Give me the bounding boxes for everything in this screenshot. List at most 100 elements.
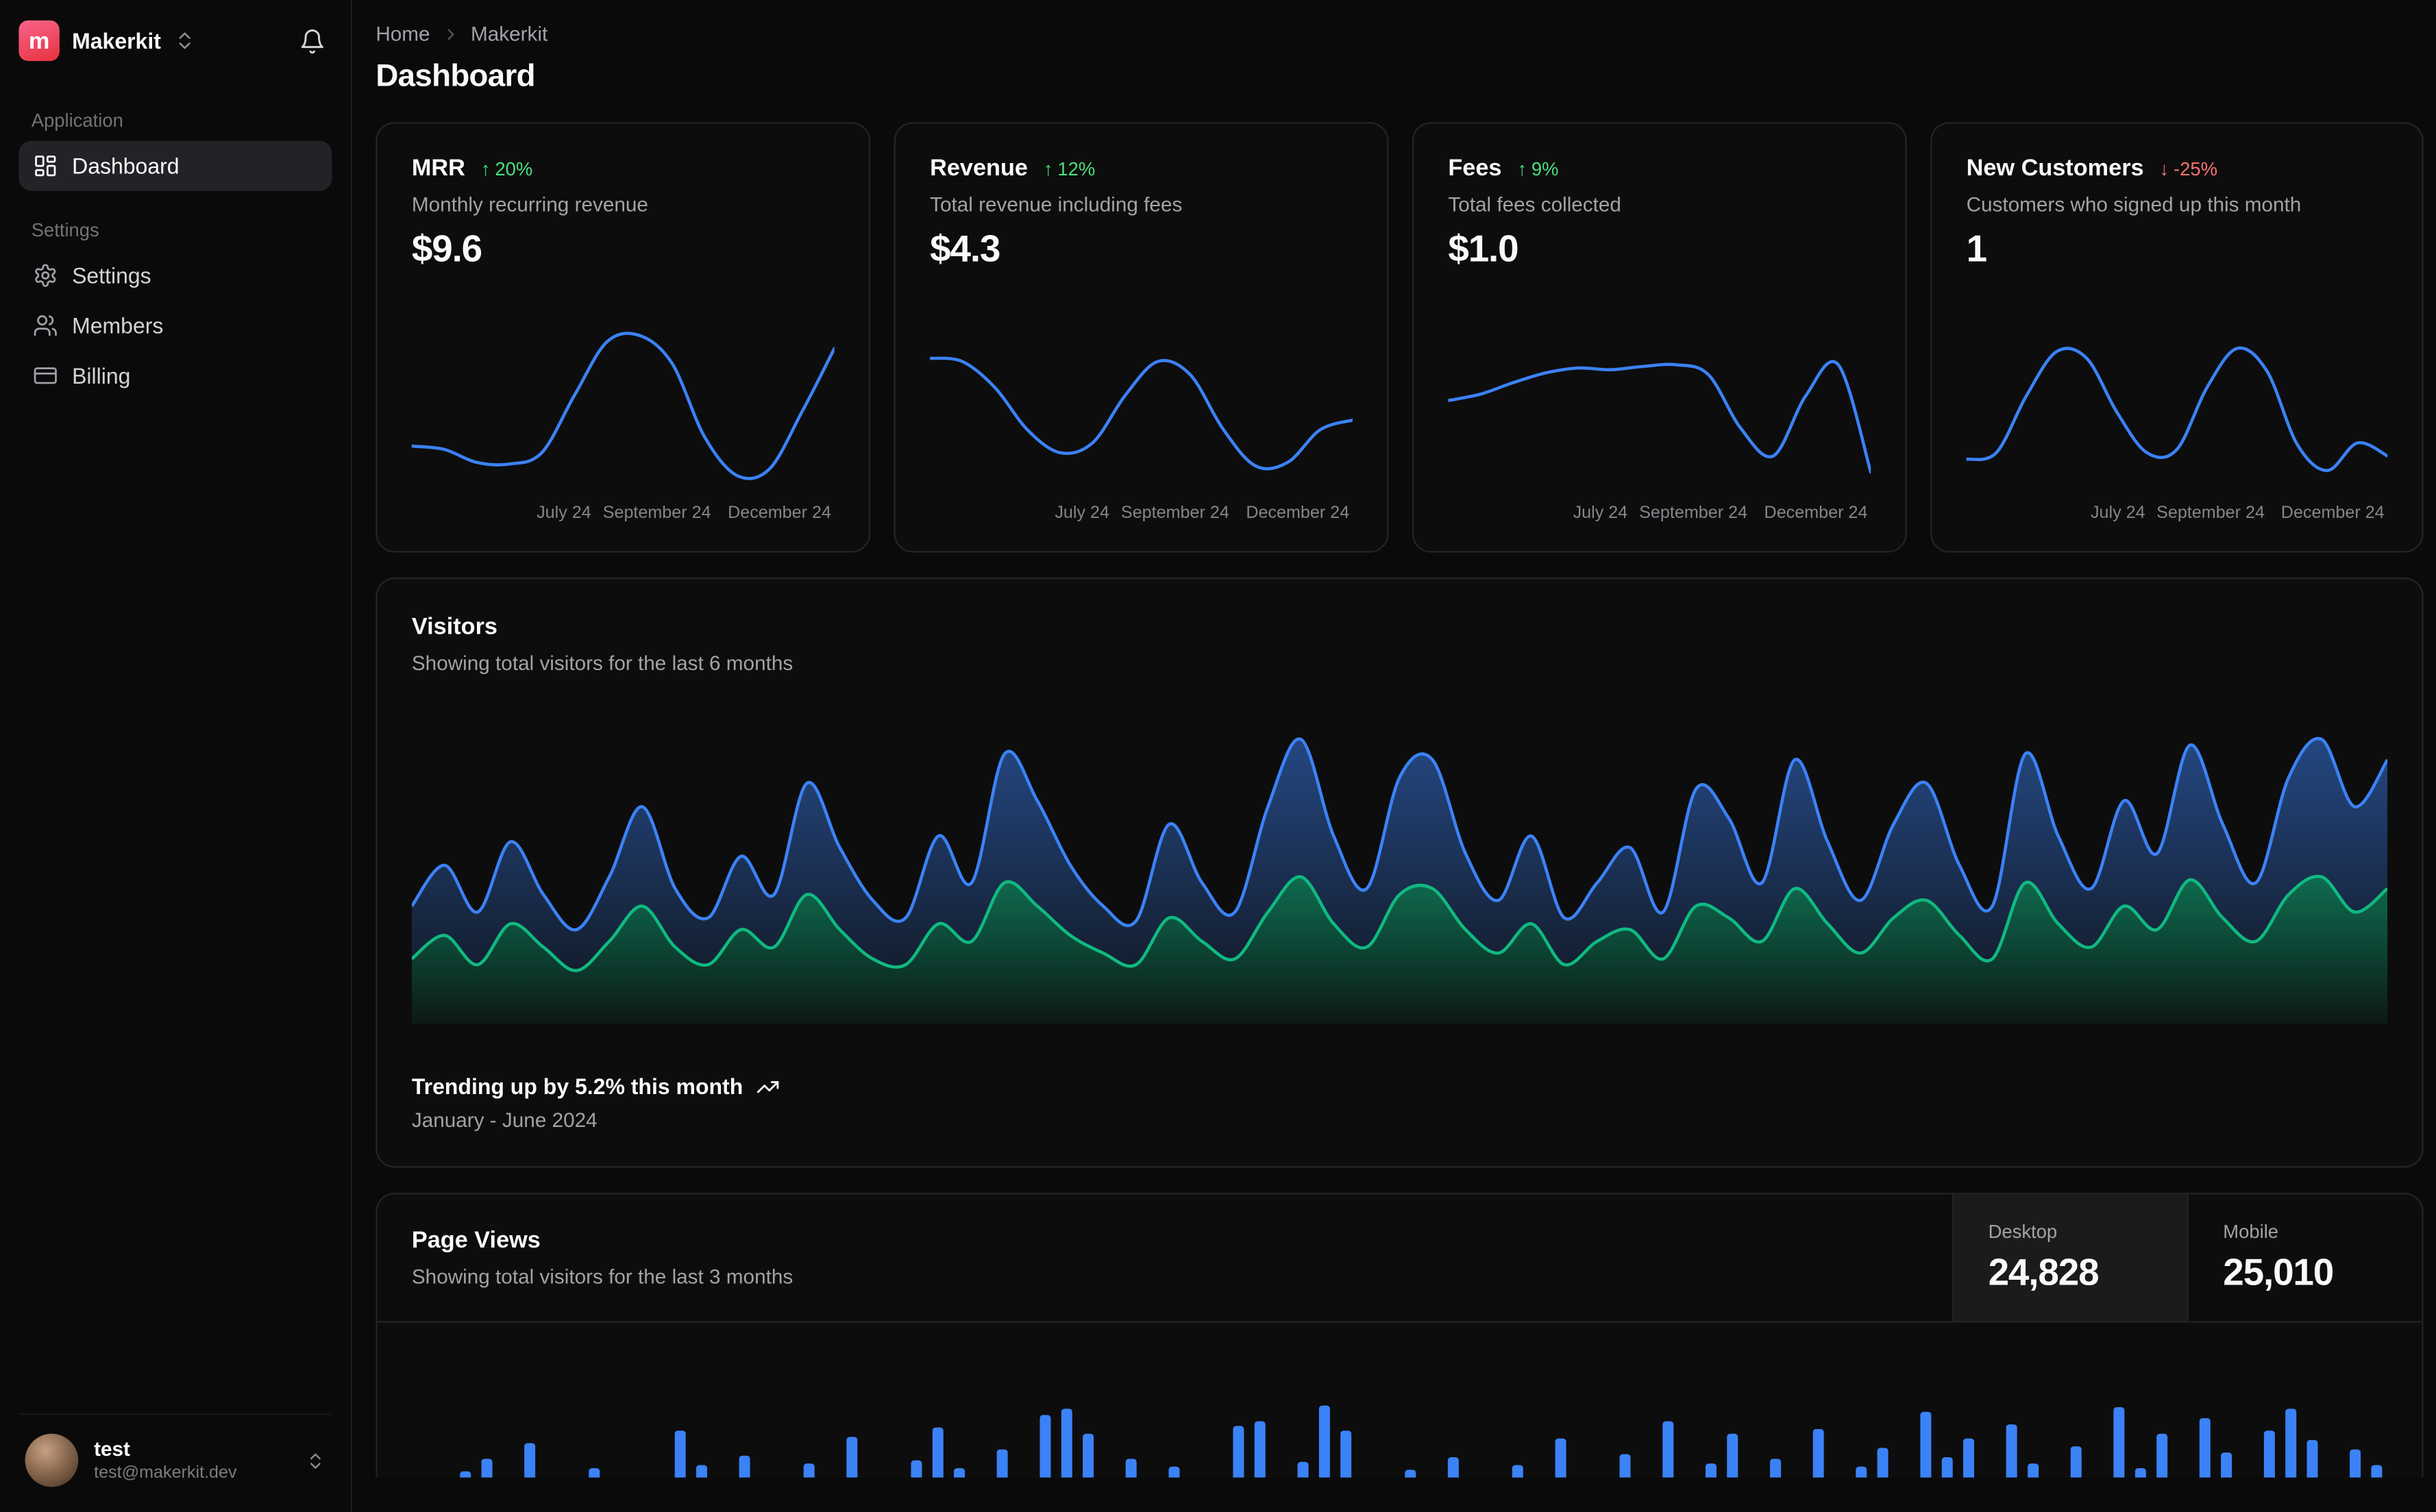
desktop-value: 24,828: [1988, 1251, 2100, 1294]
mobile-value: 25,010: [2223, 1251, 2334, 1294]
visitors-trend-text: Trending up by 5.2% this month: [411, 1074, 743, 1099]
breadcrumb: Home Makerkit: [376, 22, 2423, 45]
x-axis-labels: July 24 September 24 December 24: [1448, 504, 1871, 530]
sidebar-section-application: Application: [31, 109, 123, 132]
trend-value: 12%: [1057, 158, 1096, 180]
sidebar-section-settings: Settings: [31, 219, 99, 241]
stat-title: Revenue: [930, 155, 1028, 182]
chevron-right-icon: [441, 24, 460, 42]
trend-value: 9%: [1531, 158, 1559, 180]
user-meta: test test@makerkit.dev: [94, 1437, 290, 1484]
trend-badge: ↑ 20%: [481, 158, 532, 180]
app-root: m Makerkit Application Dashboard Setting…: [0, 0, 2436, 1512]
sidebar-item-label: Settings: [72, 262, 151, 288]
sidebar-item-label: Billing: [72, 363, 131, 388]
stat-subtitle: Monthly recurring revenue: [411, 193, 648, 216]
bell-icon: [299, 27, 325, 54]
axis-label: July 24: [1573, 504, 1628, 523]
arrow-up-icon: ↑: [1043, 158, 1053, 180]
user-name: test: [94, 1437, 130, 1461]
visitors-footer: Trending up by 5.2% this month January -…: [412, 1074, 2387, 1132]
stat-value: $9.6: [411, 228, 482, 271]
axis-label: December 24: [1764, 504, 1868, 523]
mobile-toggle-button[interactable]: Mobile 25,010: [2187, 1194, 2422, 1322]
credit-card-icon: [33, 363, 58, 388]
revenue-sparkline-chart: [930, 317, 1353, 492]
fees-sparkline-chart: [1448, 317, 1871, 492]
page-views-title: Page Views: [411, 1227, 541, 1254]
page-views-header: Page Views Showing total visitors for th…: [377, 1194, 2422, 1323]
makerkit-logo: m: [19, 20, 60, 62]
desktop-toggle-button[interactable]: Desktop 24,828: [1952, 1194, 2187, 1322]
visitors-subtitle: Showing total visitors for the last 6 mo…: [411, 651, 793, 675]
workspace-selector[interactable]: m Makerkit: [19, 20, 195, 62]
axis-label: December 24: [728, 504, 831, 523]
mrr-sparkline-chart: [411, 317, 835, 492]
stat-subtitle: Customers who signed up this month: [1966, 193, 2302, 216]
page-title: Dashboard: [376, 59, 535, 95]
page-views-card: Page Views Showing total visitors for th…: [376, 1192, 2424, 1478]
user-email: test@makerkit.dev: [94, 1463, 237, 1483]
visitors-title: Visitors: [411, 613, 497, 641]
stat-card-fees: Fees ↑ 9% Total fees collected $1.0 July…: [1412, 122, 1907, 553]
axis-label: September 24: [2156, 504, 2265, 523]
x-axis-labels: July 24 September 24 December 24: [412, 504, 835, 530]
axis-label: September 24: [602, 504, 711, 523]
stat-card-mrr: MRR ↑ 20% Monthly recurring revenue $9.6…: [376, 122, 871, 553]
trend-value: 20%: [495, 158, 533, 180]
stat-card-grid: MRR ↑ 20% Monthly recurring revenue $9.6…: [376, 122, 2424, 553]
sidebar-header: m Makerkit: [19, 0, 332, 82]
sidebar-item-label: Dashboard: [72, 153, 180, 179]
desktop-label: Desktop: [1988, 1219, 2058, 1242]
visitors-card: Visitors Showing total visitors for the …: [376, 578, 2424, 1168]
sidebar-item-dashboard[interactable]: Dashboard: [19, 140, 332, 191]
stat-title: New Customers: [1966, 155, 2144, 182]
sidebar-item-label: Members: [72, 312, 164, 338]
sidebar: m Makerkit Application Dashboard Setting…: [0, 0, 353, 1512]
visitors-area-chart: [411, 719, 2388, 1024]
breadcrumb-makerkit[interactable]: Makerkit: [471, 22, 548, 45]
stat-card-revenue: Revenue ↑ 12% Total revenue including fe…: [894, 122, 1389, 553]
axis-label: December 24: [1246, 504, 1350, 523]
stat-title: Fees: [1448, 155, 1502, 182]
stat-value: 1: [1966, 228, 1988, 271]
dashboard-icon: [33, 153, 58, 179]
chevrons-up-down-icon: [173, 29, 195, 51]
stat-subtitle: Total revenue including fees: [930, 193, 1183, 216]
chevrons-up-down-icon: [306, 1450, 326, 1471]
stat-card-new-customers: New Customers ↓ -25% Customers who signe…: [1930, 122, 2424, 553]
axis-label: September 24: [1639, 504, 1748, 523]
gear-icon: [33, 263, 58, 288]
sidebar-item-billing[interactable]: Billing: [19, 351, 332, 401]
page-views-bar-chart: [412, 1345, 2387, 1478]
mobile-label: Mobile: [2223, 1219, 2279, 1242]
arrow-up-icon: ↑: [1517, 158, 1527, 180]
arrow-up-icon: ↑: [480, 158, 491, 180]
axis-label: July 24: [537, 504, 591, 523]
sidebar-item-members[interactable]: Members: [19, 301, 332, 351]
x-axis-labels: July 24 September 24 December 24: [1967, 504, 2388, 530]
new-customers-sparkline-chart: [1966, 317, 2388, 492]
stat-title: MRR: [411, 155, 465, 182]
stat-value: $4.3: [930, 228, 1000, 271]
trend-badge: ↑ 9%: [1517, 158, 1558, 180]
axis-label: July 24: [1055, 504, 1109, 523]
notifications-button[interactable]: [293, 21, 332, 60]
trend-badge: ↑ 12%: [1044, 158, 1095, 180]
x-axis-labels: July 24 September 24 December 24: [930, 504, 1353, 530]
users-icon: [33, 313, 58, 338]
user-avatar: [25, 1433, 79, 1487]
axis-label: September 24: [1120, 504, 1229, 523]
arrow-down-icon: ↓: [2159, 158, 2169, 180]
workspace-name: Makerkit: [72, 28, 161, 53]
main-content: Home Makerkit Dashboard MRR ↑ 20% Monthl…: [352, 0, 2436, 1512]
axis-label: December 24: [2280, 504, 2385, 523]
breadcrumb-home[interactable]: Home: [376, 22, 430, 45]
stat-value: $1.0: [1448, 228, 1518, 271]
visitors-date-range: January - June 2024: [411, 1108, 598, 1132]
trending-up-icon: [756, 1074, 779, 1098]
user-menu[interactable]: test test@makerkit.dev: [19, 1413, 332, 1512]
trend-badge: ↓ -25%: [2159, 158, 2217, 180]
page-views-subtitle: Showing total visitors for the last 3 mo…: [411, 1265, 793, 1289]
sidebar-item-settings[interactable]: Settings: [19, 251, 332, 301]
